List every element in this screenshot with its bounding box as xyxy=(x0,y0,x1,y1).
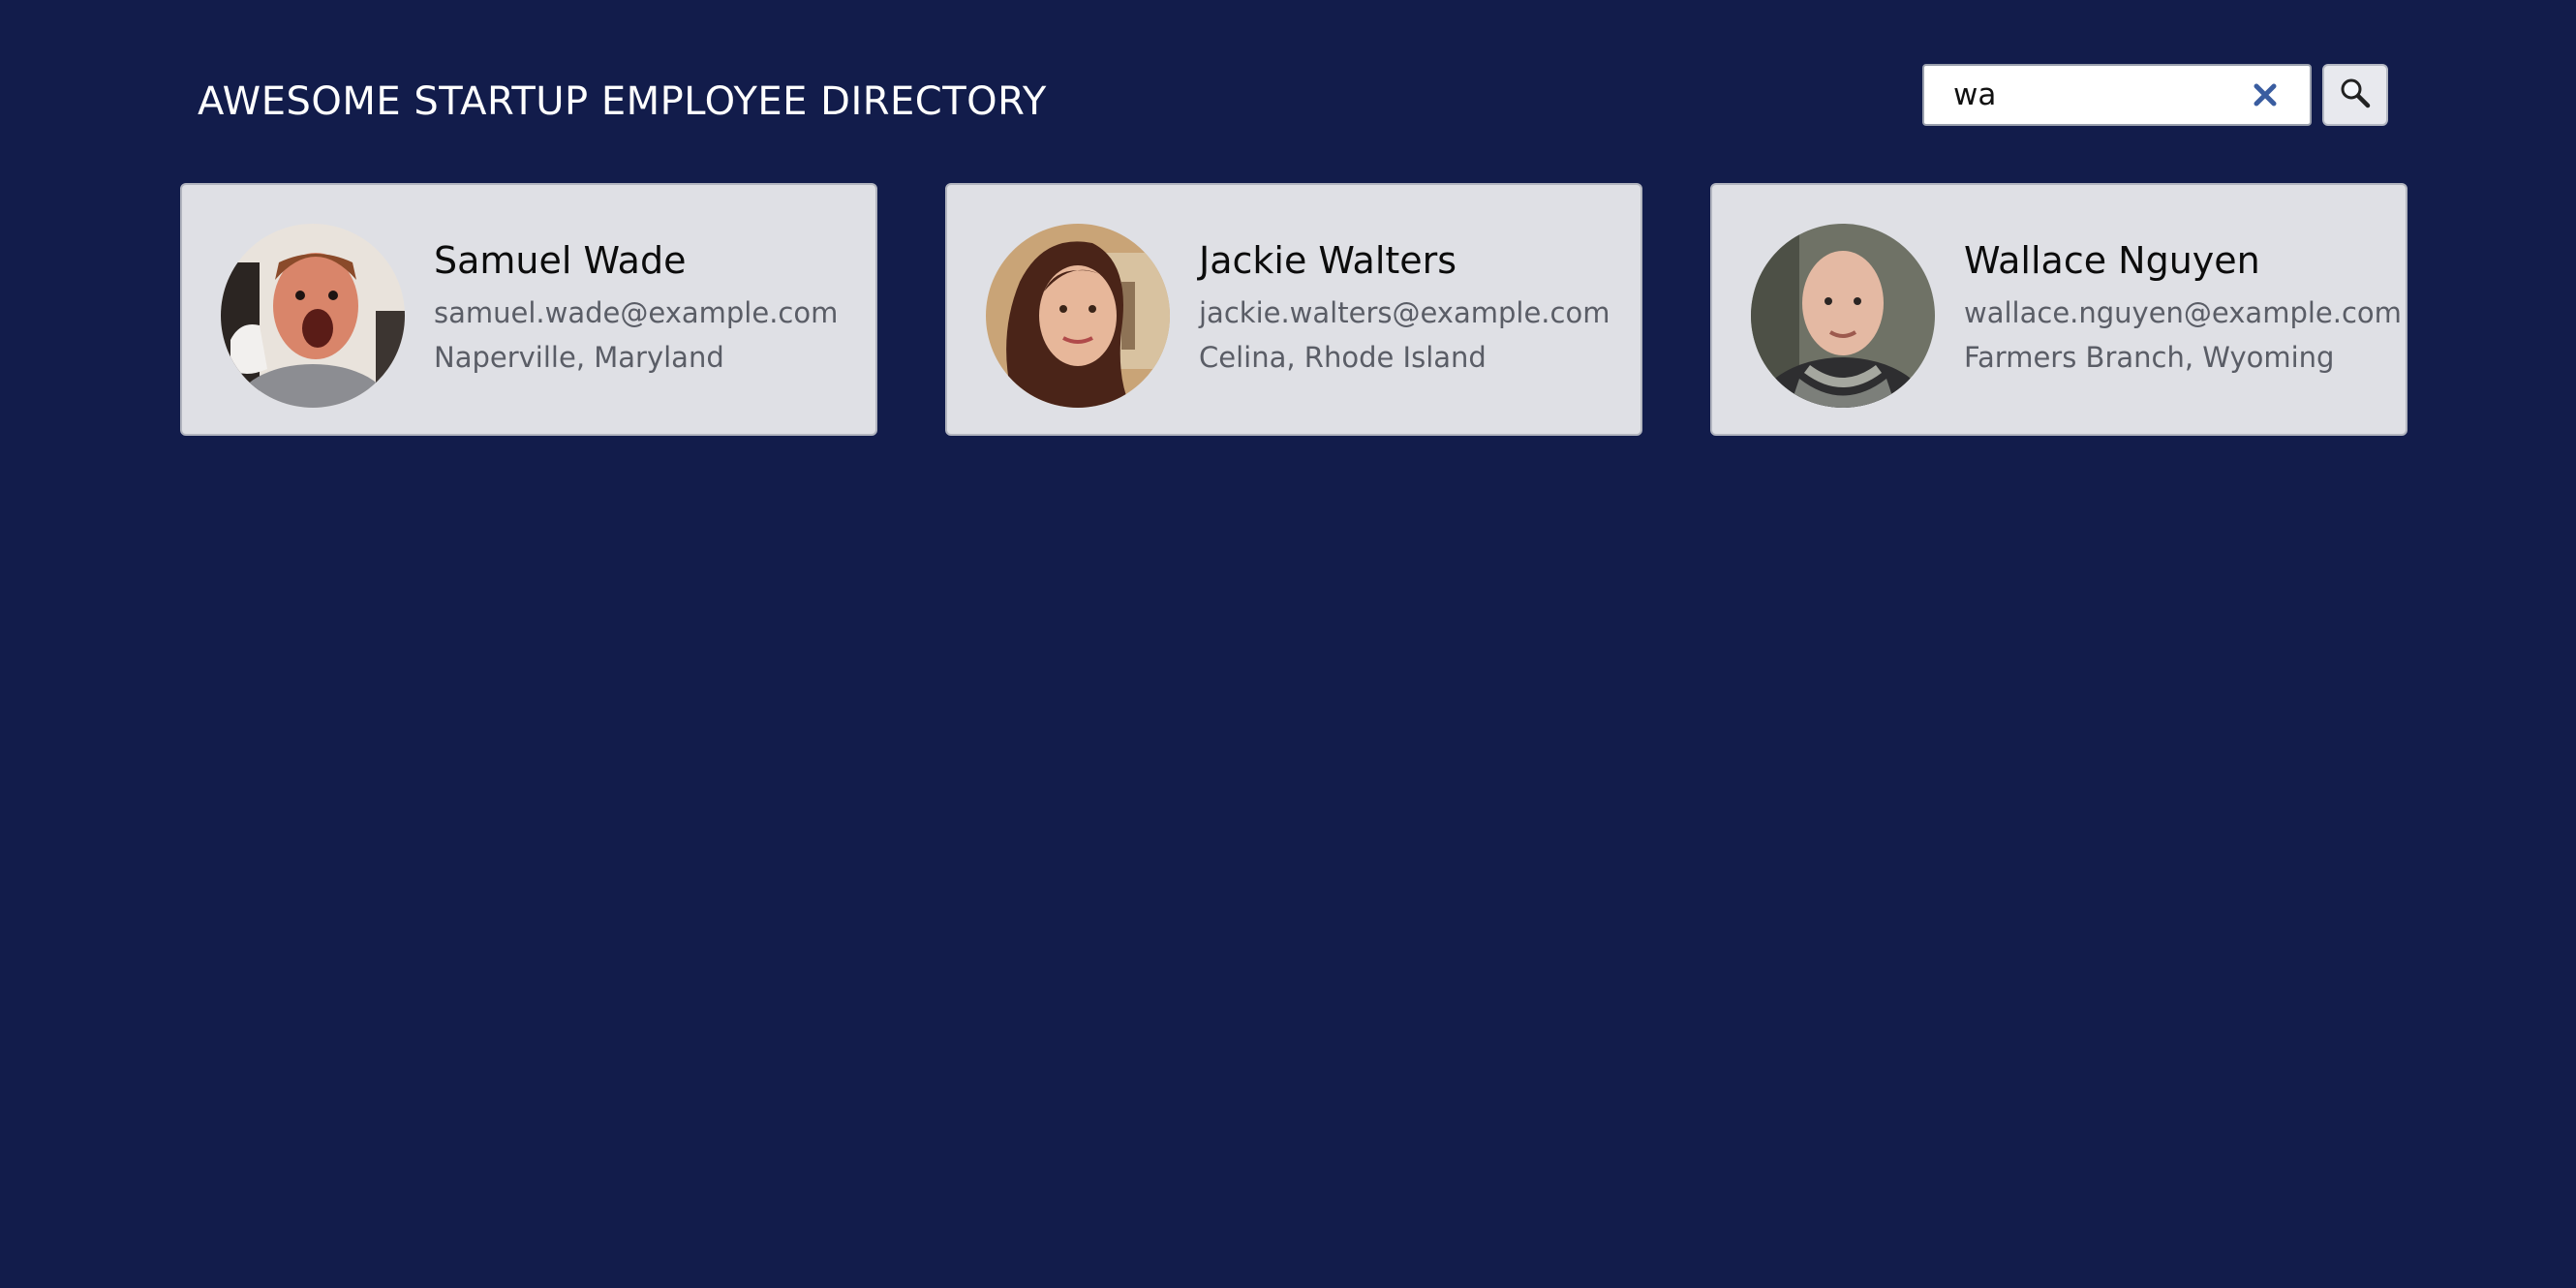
employee-email: wallace.nguyen@example.com xyxy=(1964,296,2402,329)
avatar xyxy=(986,224,1170,408)
search-button[interactable] xyxy=(2322,64,2388,126)
employee-email: samuel.wade@example.com xyxy=(434,296,839,329)
close-icon[interactable] xyxy=(2248,77,2283,112)
avatar xyxy=(221,224,405,408)
avatar xyxy=(1751,224,1935,408)
employee-card[interactable]: Jackie Walters jackie.walters@example.co… xyxy=(945,183,1642,436)
search-input[interactable] xyxy=(1953,66,2234,124)
employee-location: Farmers Branch, Wyoming xyxy=(1964,341,2335,374)
employee-location: Naperville, Maryland xyxy=(434,341,724,374)
employee-card[interactable]: Samuel Wade samuel.wade@example.com Nape… xyxy=(180,183,877,436)
employee-location: Celina, Rhode Island xyxy=(1199,341,1487,374)
search-box xyxy=(1922,64,2312,126)
employee-name: Jackie Walters xyxy=(1199,239,1457,282)
search-icon xyxy=(2338,76,2373,114)
employee-name: Wallace Nguyen xyxy=(1964,239,2260,282)
employee-name: Samuel Wade xyxy=(434,239,687,282)
employee-card[interactable]: Wallace Nguyen wallace.nguyen@example.co… xyxy=(1710,183,2407,436)
page-title: AWESOME STARTUP EMPLOYEE DIRECTORY xyxy=(198,79,1047,124)
employee-email: jackie.walters@example.com xyxy=(1199,296,1610,329)
